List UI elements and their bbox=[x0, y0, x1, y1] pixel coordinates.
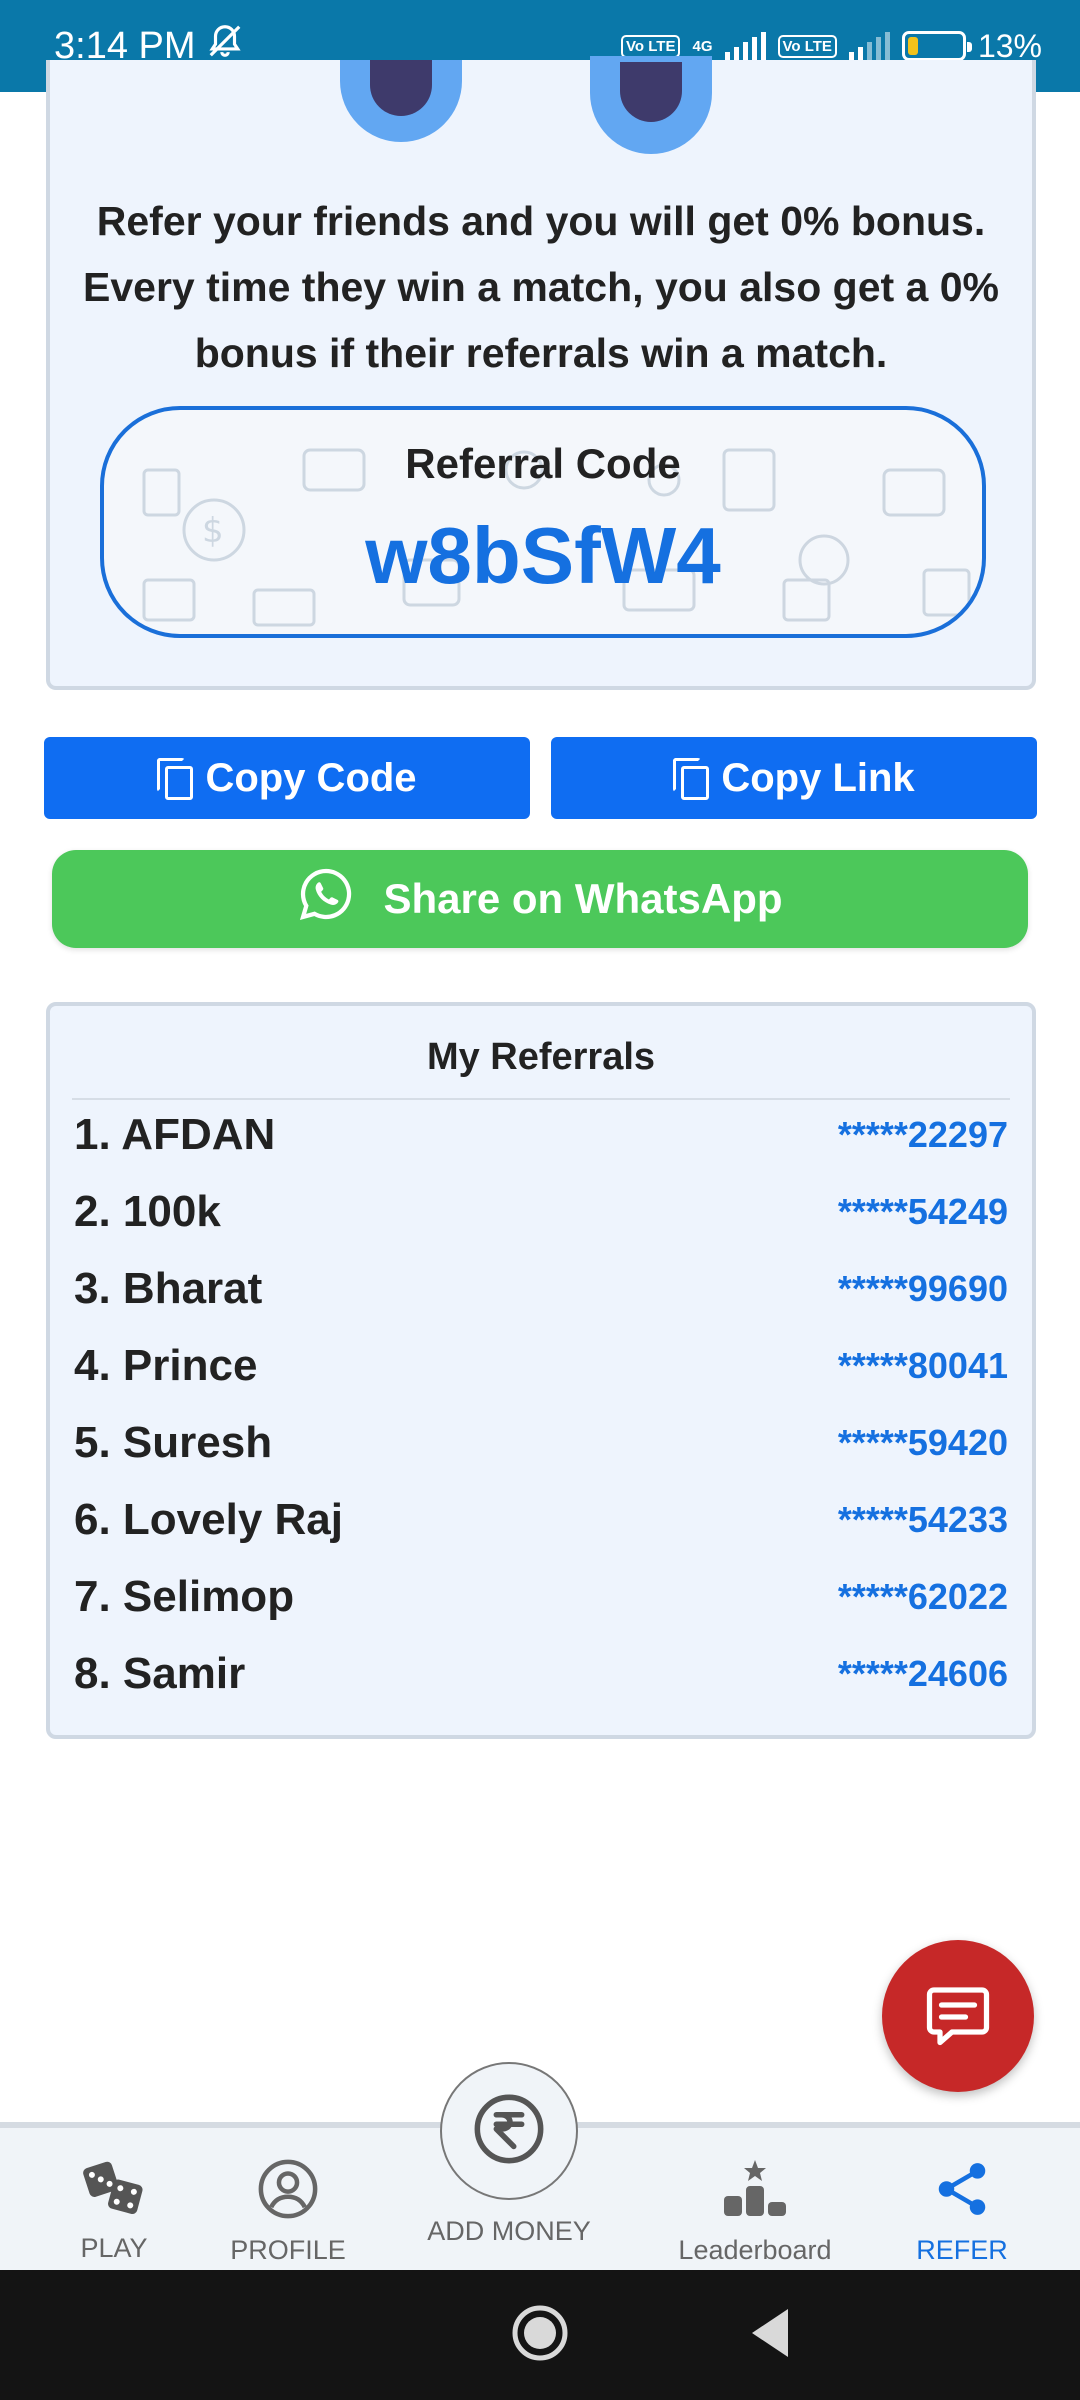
battery-level: 13% bbox=[977, 27, 1042, 64]
referral-name: 4. Prince bbox=[74, 1341, 258, 1390]
referral-phone: *****24606 bbox=[837, 1653, 1008, 1694]
referral-phone: *****54233 bbox=[837, 1499, 1008, 1540]
copy-code-label: Copy Code bbox=[205, 755, 417, 800]
my-referrals-title: My Referrals bbox=[426, 1036, 656, 1078]
referral-name: 2. 100k bbox=[74, 1187, 221, 1236]
list-item: 6. Lovely Raj *****54233 bbox=[74, 1485, 1008, 1555]
referral-phone: *****99690 bbox=[837, 1268, 1008, 1309]
nav-add-money-label: ADD MONEY bbox=[427, 2216, 591, 2246]
rupee-icon bbox=[471, 2091, 547, 2172]
referral-phone: *****22297 bbox=[837, 1114, 1008, 1155]
copy-icon bbox=[157, 758, 194, 800]
home-icon[interactable] bbox=[510, 2303, 570, 2368]
my-referrals-card: My Referrals 1. AFDAN *****22297 2. 100k… bbox=[46, 1002, 1036, 1739]
list-item: 7. Selimop *****62022 bbox=[74, 1562, 1008, 1632]
leaderboard-icon bbox=[720, 2158, 790, 2227]
referral-phone: *****59420 bbox=[837, 1422, 1008, 1463]
system-navigation-bar bbox=[0, 2270, 1080, 2400]
avatar-icon-left bbox=[340, 60, 462, 142]
copy-link-label: Copy Link bbox=[721, 755, 915, 800]
nav-refer-label: REFER bbox=[916, 2235, 1008, 2265]
dice-icon bbox=[82, 2158, 146, 2225]
chat-support-button[interactable] bbox=[882, 1940, 1034, 2092]
referral-card: Refer your friends and you will get 0% b… bbox=[46, 56, 1036, 690]
add-money-button[interactable] bbox=[440, 2062, 578, 2200]
back-icon[interactable] bbox=[748, 2305, 792, 2366]
nav-refer[interactable]: REFER bbox=[912, 2158, 1012, 2266]
nav-profile[interactable]: PROFILE bbox=[228, 2158, 348, 2266]
referral-phone: *****54249 bbox=[837, 1191, 1008, 1232]
referral-code-label: Referral Code bbox=[405, 440, 681, 487]
signal-icon-1 bbox=[724, 32, 766, 60]
referral-code-box: $ Referral Code w8bSfW4 bbox=[100, 406, 986, 638]
nav-play[interactable]: PLAY bbox=[64, 2158, 164, 2264]
list-item: 2. 100k *****54249 bbox=[74, 1177, 1008, 1247]
copy-link-button[interactable]: Copy Link bbox=[551, 737, 1037, 819]
referral-phone: *****80041 bbox=[837, 1345, 1008, 1386]
volte-badge-1: Vo LTE bbox=[621, 34, 681, 58]
list-item: 1. AFDAN *****22297 bbox=[74, 1100, 1008, 1170]
referral-phone: *****62022 bbox=[837, 1576, 1008, 1617]
battery-icon bbox=[901, 31, 972, 61]
referral-name: 5. Suresh bbox=[74, 1418, 273, 1467]
signal-icon-2 bbox=[848, 32, 890, 60]
chat-icon bbox=[922, 1978, 994, 2055]
referral-name: 8. Samir bbox=[74, 1649, 246, 1698]
referral-name: 1. AFDAN bbox=[74, 1110, 276, 1159]
nav-leaderboard[interactable]: Leaderboard bbox=[676, 2158, 834, 2266]
copy-code-button[interactable]: Copy Code bbox=[44, 737, 530, 819]
volte-badge-2: Vo LTE bbox=[777, 34, 837, 58]
list-item: 5. Suresh *****59420 bbox=[74, 1408, 1008, 1478]
share-whatsapp-button[interactable]: Share on WhatsApp bbox=[52, 850, 1028, 948]
copy-icon bbox=[673, 758, 710, 800]
nav-play-label: PLAY bbox=[80, 2233, 148, 2263]
referral-name: 6. Lovely Raj bbox=[74, 1495, 344, 1544]
referral-description: Refer your friends and you will get 0% b… bbox=[83, 198, 999, 376]
referral-code-value: w8bSfW4 bbox=[365, 511, 721, 600]
referral-name: 7. Selimop bbox=[74, 1572, 295, 1621]
avatar-icon-right bbox=[590, 56, 712, 154]
list-item: 8. Samir *****24606 bbox=[74, 1639, 1008, 1709]
profile-icon bbox=[257, 2158, 319, 2227]
whatsapp-icon bbox=[297, 865, 355, 933]
nav-leaderboard-label: Leaderboard bbox=[678, 2235, 832, 2265]
referral-name: 3. Bharat bbox=[74, 1264, 263, 1313]
network-type: 4G bbox=[692, 37, 713, 55]
share-whatsapp-label: Share on WhatsApp bbox=[383, 875, 783, 922]
list-item: 3. Bharat *****99690 bbox=[74, 1254, 1008, 1324]
list-item: 4. Prince *****80041 bbox=[74, 1331, 1008, 1401]
share-icon bbox=[931, 2158, 993, 2227]
nav-profile-label: PROFILE bbox=[230, 2235, 346, 2265]
